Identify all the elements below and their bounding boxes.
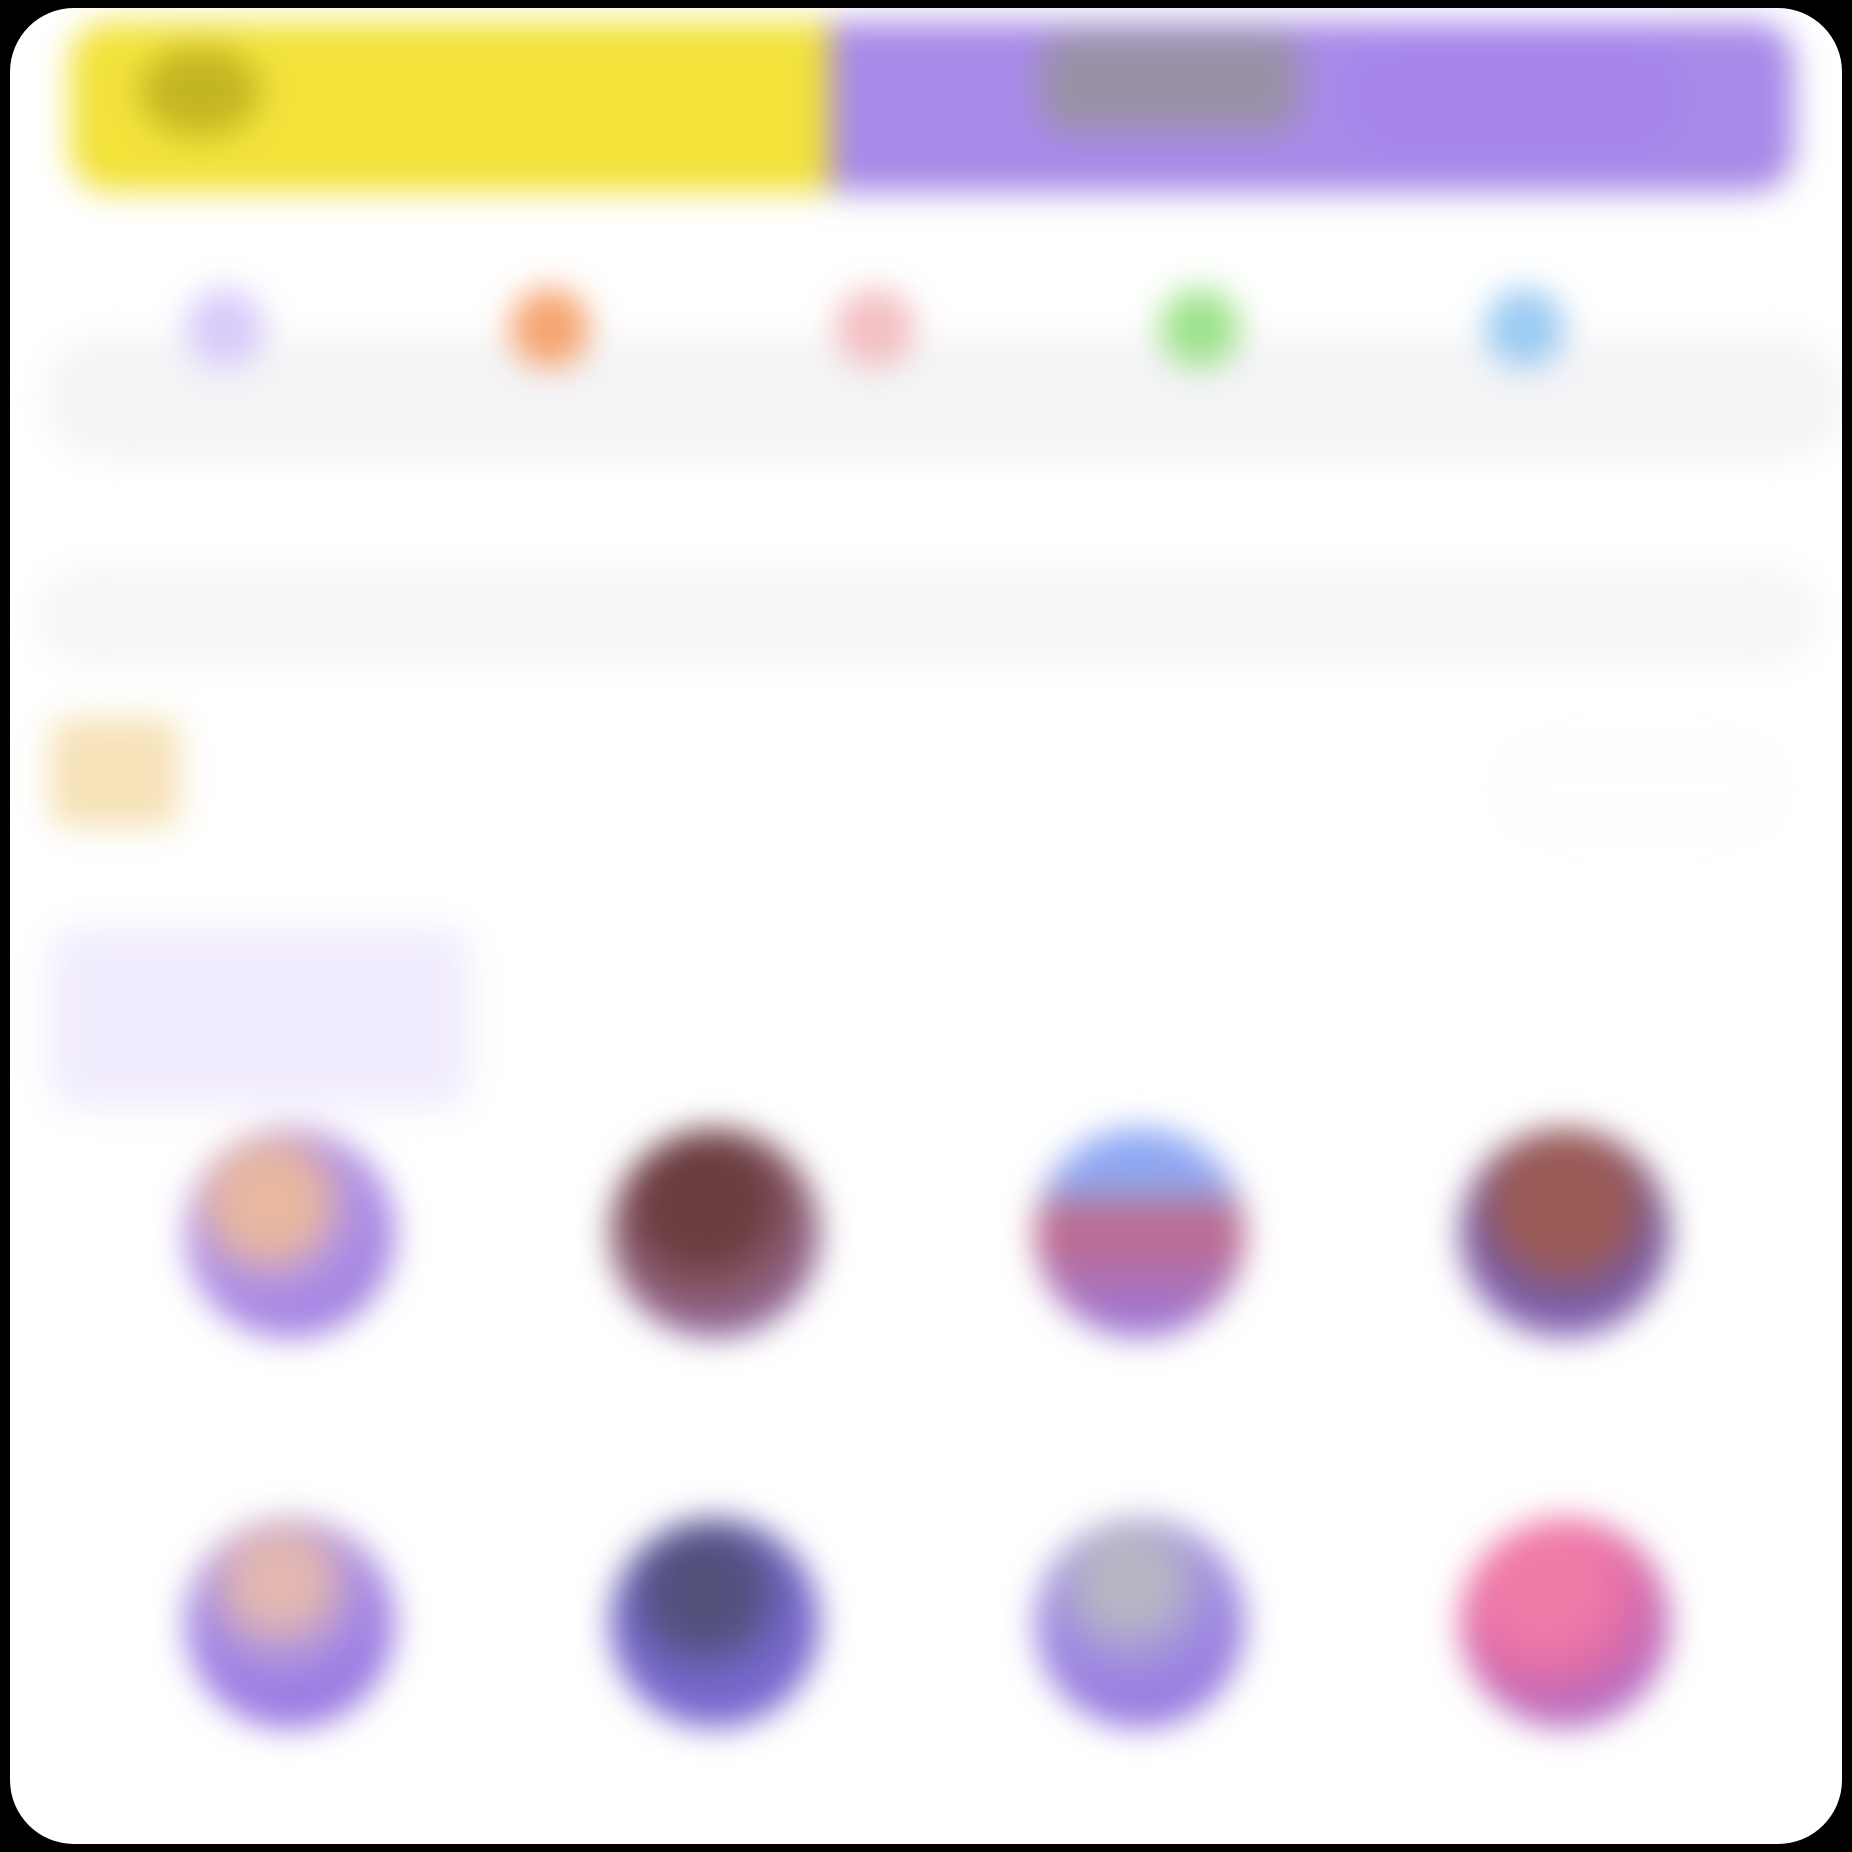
product-image <box>610 1128 820 1338</box>
product-card[interactable] <box>515 1128 915 1458</box>
category-icon <box>1485 288 1565 368</box>
category-icon <box>185 288 265 368</box>
product-image <box>185 1518 395 1728</box>
search-input[interactable] <box>38 568 1818 664</box>
product-image <box>1035 1128 1245 1338</box>
app-screen <box>10 8 1842 1844</box>
promo-banner[interactable] <box>70 22 1794 192</box>
category-item-6[interactable] <box>1730 288 1842 398</box>
product-card[interactable] <box>1365 1128 1765 1458</box>
product-image <box>185 1128 395 1338</box>
category-icon <box>1160 288 1240 368</box>
follow-button[interactable] <box>1510 748 1770 828</box>
banner-emblem-icon <box>140 46 260 136</box>
banner-yellow-panel <box>70 22 830 192</box>
product-image <box>1460 1518 1670 1728</box>
blurred-content <box>10 8 1842 1844</box>
category-icon <box>835 288 915 368</box>
product-image <box>610 1518 820 1728</box>
product-image <box>1460 1128 1670 1338</box>
search-bar[interactable] <box>38 568 1818 664</box>
store-header <box>50 698 1810 848</box>
banner-secondary-button[interactable] <box>1040 32 1300 132</box>
category-item-4[interactable] <box>1125 288 1275 398</box>
product-card[interactable] <box>90 1518 490 1844</box>
banner-primary-button[interactable] <box>1350 42 1680 152</box>
category-row <box>30 248 1842 478</box>
category-icon <box>510 288 590 368</box>
product-image <box>1035 1518 1245 1728</box>
tab-bar <box>30 908 1820 1108</box>
category-item-5[interactable] <box>1450 288 1600 398</box>
category-item-2[interactable] <box>475 288 625 398</box>
product-grid <box>40 1128 1800 1844</box>
product-card[interactable] <box>940 1128 1340 1458</box>
product-card[interactable] <box>940 1518 1340 1844</box>
category-item-1[interactable] <box>150 288 300 398</box>
banner-purple-panel <box>830 22 1794 192</box>
product-card[interactable] <box>1365 1518 1765 1844</box>
category-item-3[interactable] <box>800 288 950 398</box>
store-logo[interactable] <box>50 718 180 828</box>
product-card[interactable] <box>515 1518 915 1844</box>
product-card[interactable] <box>90 1128 490 1458</box>
tab-1[interactable] <box>50 928 470 1108</box>
category-icon <box>1765 288 1842 368</box>
